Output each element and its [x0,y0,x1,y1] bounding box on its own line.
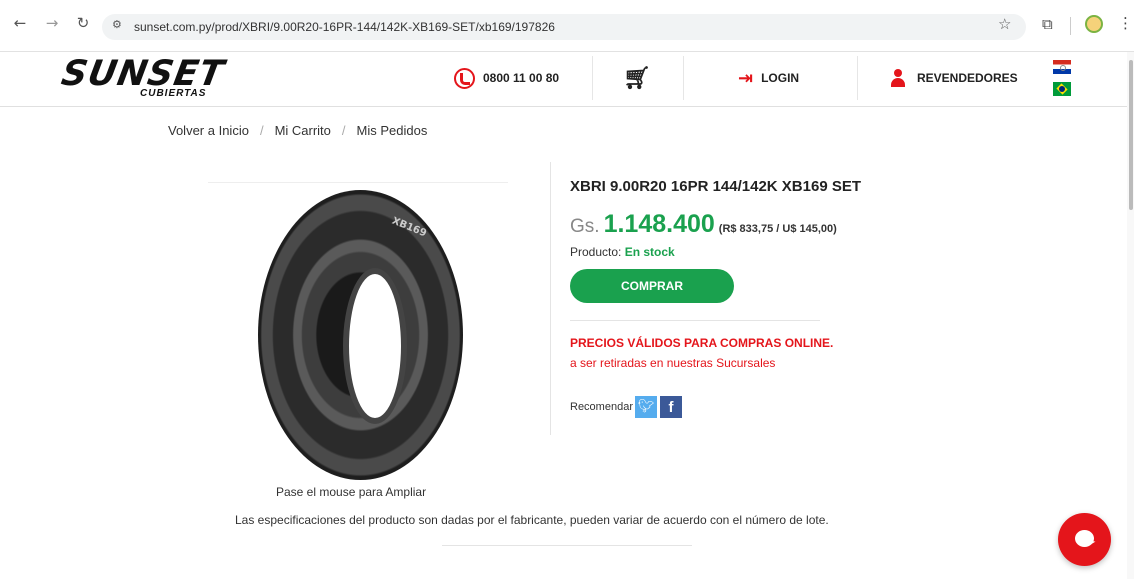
resellers-label: REVENDEDORES [917,71,1018,85]
chat-bubble-icon[interactable] [1058,513,1111,566]
cart-link[interactable]: 🛒︎ [623,52,651,104]
divider [570,320,820,321]
header-divider [857,56,858,100]
tire-rim-opening [343,268,407,424]
breadcrumb-orders[interactable]: Mis Pedidos [357,123,428,138]
url-text[interactable]: sunset.com.py/prod/XBRI/9.00R20-16PR-144… [134,20,555,34]
breadcrumb: Volver a Inicio / Mi Carrito / Mis Pedid… [168,123,427,138]
reload-icon[interactable]: ↻ [73,13,93,33]
brazil-flag-icon[interactable] [1053,82,1071,96]
sunset-logo[interactable]: SUNSET CUBIERTAS [58,54,232,103]
forward-arrow-icon[interactable]: → [42,13,62,33]
stock-value: En stock [624,245,675,259]
divider [442,545,692,546]
specs-disclaimer: Las especificaciones del producto son da… [235,513,829,527]
product-price: 1.148.400 [603,210,715,238]
buy-button[interactable]: COMPRAR [570,269,734,303]
share-row: Recomendar 🐦︎ f [570,396,682,418]
phone-number: 0800 11 00 80 [483,71,560,85]
product-title: XBRI 9.00R20 16PR 144/142K XB169 SET [570,178,861,195]
promo-title: PRECIOS VÁLIDOS PARA COMPRAS ONLINE. [570,336,834,350]
cart-icon: 🛒︎ [623,65,651,91]
phone-link[interactable]: 0800 11 00 80 [454,52,559,104]
address-bar[interactable]: ⚙ sunset.com.py/prod/XBRI/9.00R20-16PR-1… [102,14,1026,40]
site-header: SUNSET CUBIERTAS 0800 11 00 80 🛒︎ ⇥ LOGI… [0,52,1134,107]
column-divider [550,162,551,435]
login-icon: ⇥ [738,67,754,89]
twitter-icon[interactable]: 🐦︎ [634,396,657,418]
paraguay-flag-icon[interactable] [1053,60,1071,74]
stock-status: Producto: En stock [570,245,675,259]
profile-icon[interactable] [1085,15,1103,33]
stock-label: Producto: [570,245,622,259]
resellers-link[interactable]: REVENDEDORES [891,52,1018,104]
more-menu-icon[interactable]: ⋮ [1118,14,1133,32]
breadcrumb-separator: / [341,123,346,138]
phone-icon [454,67,475,89]
breadcrumb-cart[interactable]: Mi Carrito [275,123,331,138]
header-divider [683,56,684,100]
back-arrow-icon[interactable]: ← [10,13,30,33]
scrollbar-thumb[interactable] [1129,60,1133,210]
breadcrumb-separator: / [259,123,264,138]
login-label: LOGIN [761,71,800,85]
alt-currency-price: (R$ 833,75 / U$ 145,00) [718,223,837,235]
image-top-rule [208,182,508,183]
facebook-icon[interactable]: f [659,396,682,418]
logo-subtitle: CUBIERTAS [140,88,207,99]
extensions-icon[interactable]: ⧉ [1042,15,1053,33]
price-row: Gs. 1.148.400 (R$ 833,75 / U$ 145,00) [570,210,837,239]
zoom-hint: Pase el mouse para Ampliar [276,485,427,499]
promo-subtitle: a ser retiradas en nuestras Sucursales [570,356,776,370]
share-label: Recomendar [570,401,633,413]
browser-toolbar: ← → ↻ ⚙ sunset.com.py/prod/XBRI/9.00R20-… [0,0,1134,52]
login-link[interactable]: ⇥ LOGIN [738,52,799,104]
toolbar-divider [1070,17,1071,35]
site-settings-icon[interactable]: ⚙ [112,18,122,31]
bookmark-star-icon[interactable]: ☆ [998,15,1011,33]
breadcrumb-home[interactable]: Volver a Inicio [168,123,249,138]
currency-label: Gs. [570,216,600,237]
user-icon [891,69,905,87]
header-divider [592,56,593,100]
